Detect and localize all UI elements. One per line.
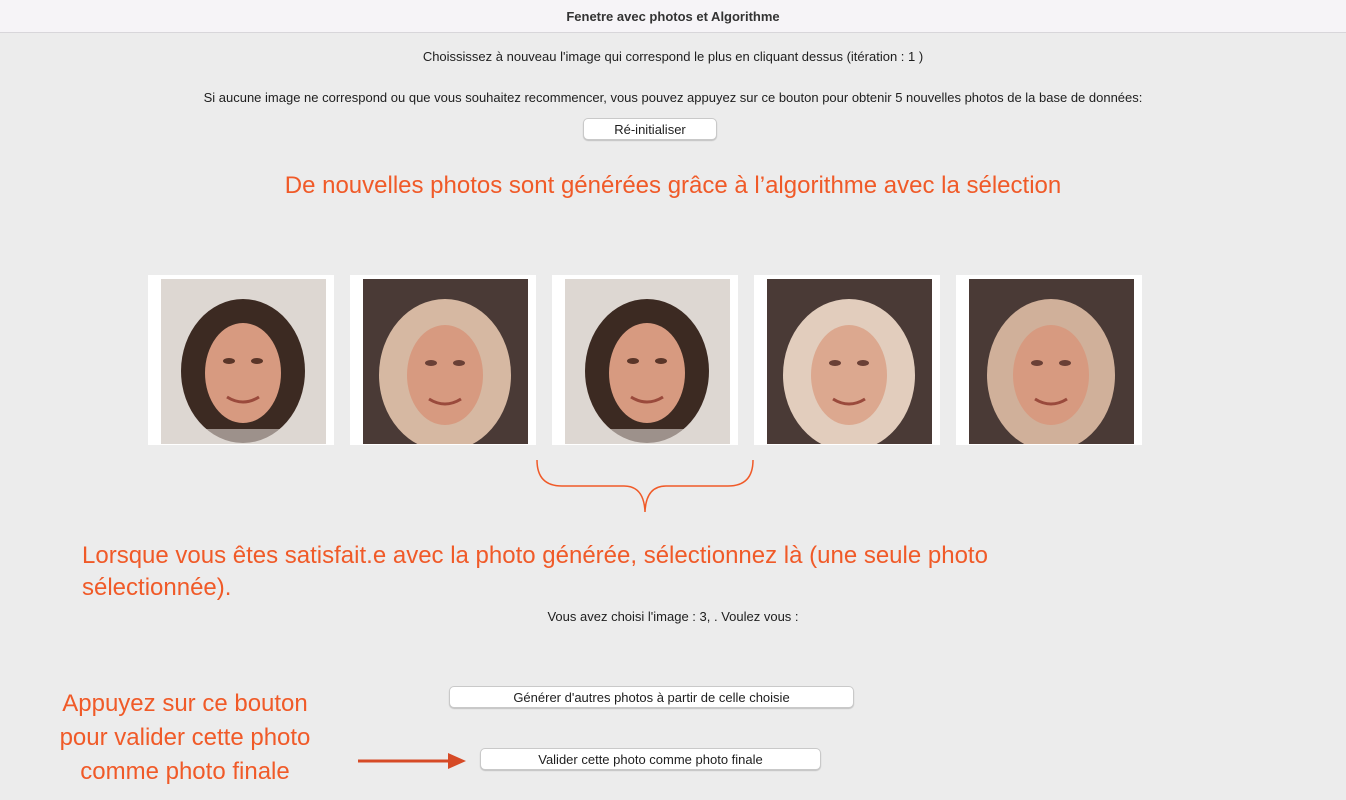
annotation-validate-2: pour valider cette photo: [59, 724, 311, 751]
generate-more-button[interactable]: Générer d'autres photos à partir de cell…: [449, 686, 854, 708]
photo-3[interactable]: [552, 275, 738, 445]
face-photo-1: [161, 279, 326, 444]
annotation-validate-1: Appuyez sur ce bouton: [62, 690, 308, 717]
face-photo-3: [565, 279, 730, 444]
photo-1[interactable]: [148, 275, 334, 445]
photo-4[interactable]: [754, 275, 940, 445]
annotation-satisfied-1: Lorsque vous êtes satisfait.e avec la ph…: [82, 542, 988, 569]
validate-final-button[interactable]: Valider cette photo comme photo finale: [480, 748, 821, 770]
arrow-right-icon: [358, 753, 466, 769]
annotation-generated: De nouvelles photos sont générées grâce …: [284, 172, 1062, 199]
selection-status: Vous avez choisi l'image : 3, . Voulez v…: [547, 609, 799, 624]
selection-brace: [536, 459, 754, 513]
reset-button[interactable]: Ré-initialiser: [583, 118, 717, 140]
photo-2[interactable]: [350, 275, 536, 445]
window-title: Fenetre avec photos et Algorithme: [0, 0, 1346, 33]
annotation-satisfied-2: sélectionnée).: [82, 574, 232, 601]
photo-5[interactable]: [956, 275, 1142, 445]
annotation-validate-3: comme photo finale: [80, 758, 290, 785]
face-photo-4: [767, 279, 932, 444]
face-photo-2: [363, 279, 528, 444]
iteration-instruction: Choississez à nouveau l'image qui corres…: [422, 49, 924, 64]
face-photo-5: [969, 279, 1134, 444]
reset-hint: Si aucune image ne correspond ou que vou…: [203, 90, 1143, 105]
